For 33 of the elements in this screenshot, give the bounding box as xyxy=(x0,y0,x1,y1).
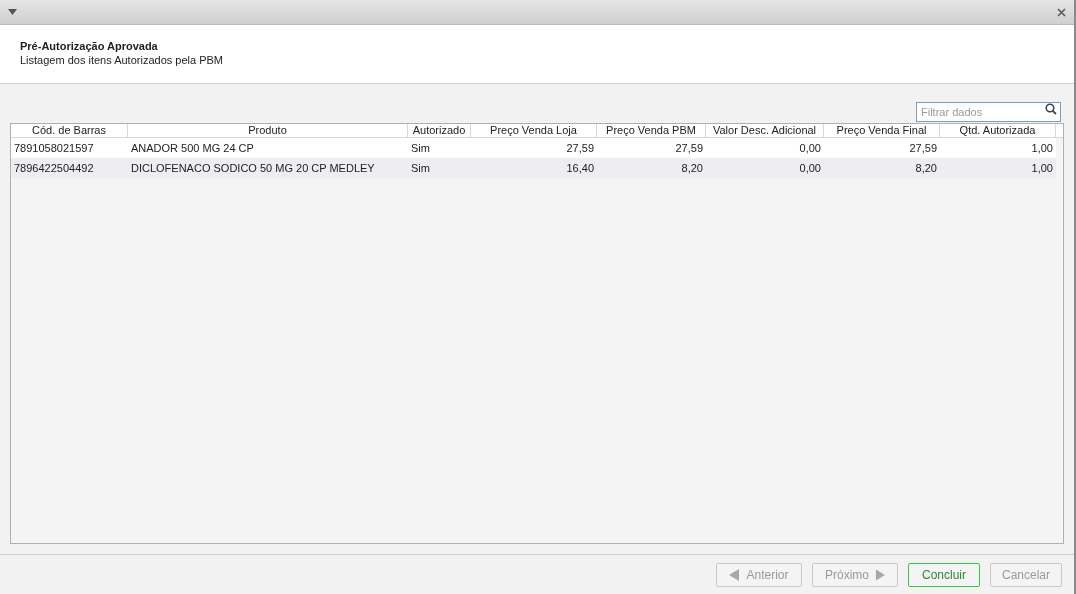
action-button[interactable]: Concluir xyxy=(908,562,980,587)
table-cell-text: 8,20 xyxy=(680,160,704,176)
table-cell-text: 27,59 xyxy=(908,140,938,156)
dropdown-icon[interactable] xyxy=(8,9,17,15)
left-triangle-icon xyxy=(729,568,741,581)
table-cell-text: 8,20 xyxy=(914,160,938,176)
table-cell-text: 0,00 xyxy=(798,160,822,176)
right-triangle-icon xyxy=(875,568,885,581)
table-cell-text: 16,40 xyxy=(565,160,595,176)
close-icon[interactable] xyxy=(1057,7,1066,17)
column-header[interactable]: Preço Venda PBM xyxy=(597,124,706,137)
column-header[interactable]: Preço Venda Final xyxy=(824,124,940,137)
table-cell-text: Sim xyxy=(410,160,431,176)
dialog-title: Pré-Autorização Aprovada xyxy=(20,39,159,53)
search-icon xyxy=(1045,103,1057,115)
table-cell-text: ANADOR 500 MG 24 CP xyxy=(130,140,255,156)
table-cell-text: Sim xyxy=(410,140,431,156)
column-header[interactable]: Autorizado xyxy=(408,124,471,137)
column-header[interactable]: Qtd. Autorizada xyxy=(940,124,1056,137)
dialog-subtitle: Listagem dos itens Autorizados pela PBM xyxy=(20,53,224,67)
table-cell-text: DICLOFENACO SODICO 50 MG 20 CP MEDLEY xyxy=(130,160,376,176)
column-header[interactable]: Preço Venda Loja xyxy=(471,124,597,137)
table-cell-text: 1,00 xyxy=(1030,140,1054,156)
search-field[interactable]: Filtrar dados xyxy=(916,102,1061,122)
table-cell-text: 7896422504492 xyxy=(13,160,95,176)
table-cell-text: 0,00 xyxy=(798,140,822,156)
table-cell-text: 7891058021597 xyxy=(13,140,95,156)
table-cell-text: 27,59 xyxy=(674,140,704,156)
table-cell-text: 1,00 xyxy=(1030,160,1054,176)
column-header[interactable]: Produto xyxy=(128,124,408,137)
table-cell-text: 27,59 xyxy=(565,140,595,156)
column-header[interactable]: Valor Desc. Adicional xyxy=(706,124,824,137)
column-header[interactable]: Cód. de Barras xyxy=(11,124,128,137)
